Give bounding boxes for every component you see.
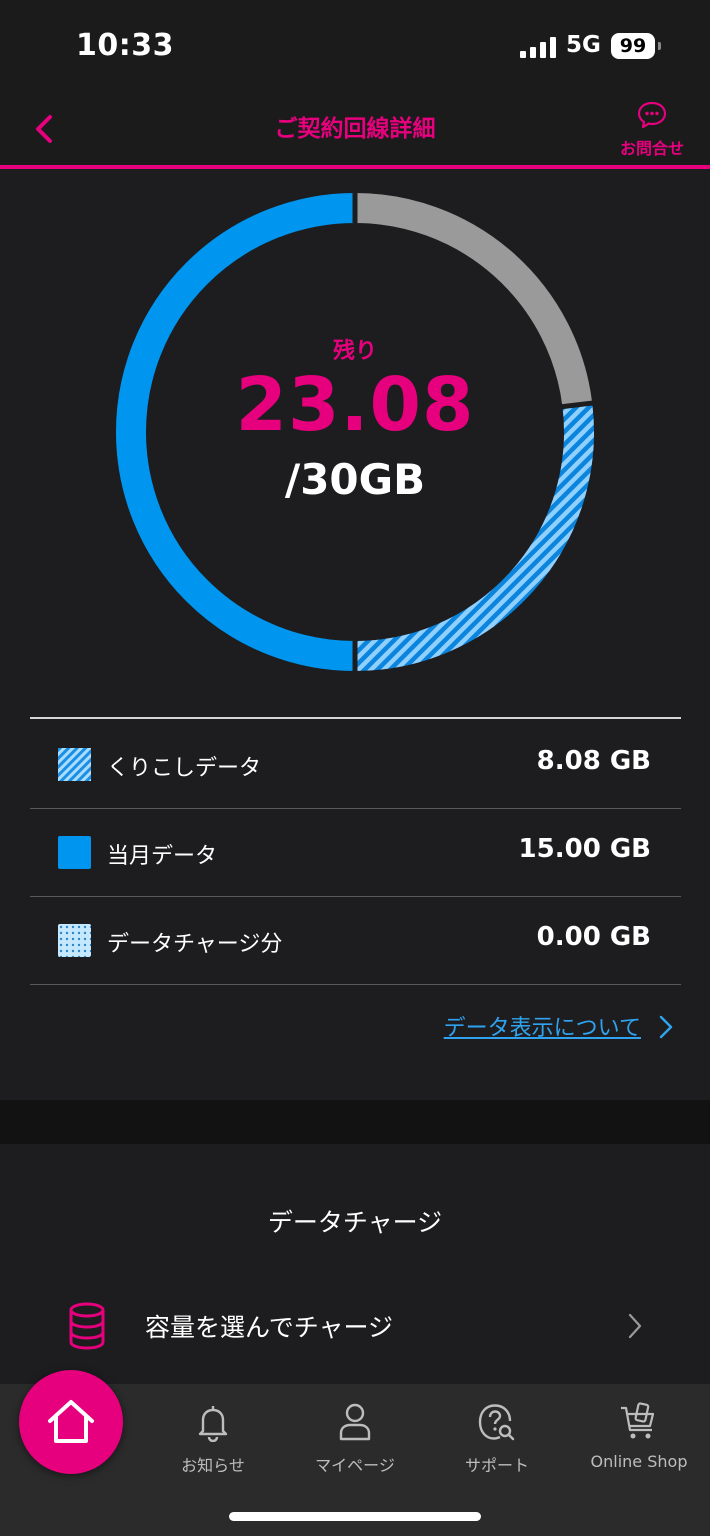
about-link-label: データ表示について bbox=[443, 1016, 641, 1041]
tab-support[interactable]: サポート bbox=[426, 1402, 568, 1476]
tab-mypage[interactable]: マイページ bbox=[284, 1402, 426, 1476]
dotted-swatch-icon bbox=[58, 924, 91, 957]
about-data-display-link[interactable]: データ表示について bbox=[444, 1010, 674, 1042]
battery-icon: 99 bbox=[611, 33, 655, 59]
contact-label: お問合せ bbox=[619, 139, 684, 158]
breakdown-row-charge: データチャージ分 0.00 GB bbox=[30, 896, 681, 985]
chevron-right-icon bbox=[628, 1313, 642, 1339]
network-type: 5G bbox=[566, 32, 601, 58]
breakdown-label: 当月データ bbox=[107, 844, 218, 869]
status-time: 10:33 bbox=[76, 28, 174, 63]
nav-divider bbox=[0, 165, 710, 169]
database-icon bbox=[69, 1302, 105, 1350]
tab-label: お知らせ bbox=[181, 1456, 245, 1475]
status-bar: 10:33 5G 99 bbox=[0, 0, 710, 95]
breakdown-value: 15.00 GB bbox=[518, 834, 651, 864]
contact-button[interactable]: お問合せ bbox=[610, 101, 694, 159]
tab-label: マイページ bbox=[315, 1456, 395, 1475]
section-separator bbox=[0, 1100, 710, 1144]
chevron-right-icon bbox=[659, 1015, 673, 1039]
chat-bubble-icon bbox=[637, 101, 667, 129]
tab-label: Online Shop bbox=[590, 1452, 688, 1471]
breakdown-value: 8.08 GB bbox=[536, 746, 651, 776]
tab-home[interactable] bbox=[19, 1370, 123, 1474]
breakdown-row-carryover: くりこしデータ 8.08 GB bbox=[30, 720, 681, 809]
breakdown-label: くりこしデータ bbox=[107, 756, 262, 781]
home-icon bbox=[48, 1400, 94, 1443]
page-title: ご契約回線詳細 bbox=[274, 116, 436, 142]
tab-online-shop[interactable]: Online Shop bbox=[568, 1402, 710, 1471]
hatched-swatch-icon bbox=[58, 748, 91, 781]
select-capacity-charge-item[interactable]: 容量を選んでチャージ bbox=[30, 1280, 681, 1385]
cart-icon bbox=[621, 1402, 655, 1439]
bell-icon bbox=[198, 1406, 228, 1442]
solid-swatch-icon bbox=[58, 836, 91, 869]
breakdown-row-monthly: 当月データ 15.00 GB bbox=[30, 808, 681, 897]
charge-section-title: データチャージ bbox=[267, 1208, 443, 1237]
support-icon bbox=[478, 1404, 515, 1441]
charge-item-label: 容量を選んでチャージ bbox=[145, 1313, 394, 1342]
breakdown-divider bbox=[30, 717, 681, 719]
tab-label: サポート bbox=[464, 1456, 529, 1475]
total-capacity: /30GB bbox=[284, 455, 426, 504]
person-icon bbox=[339, 1403, 371, 1441]
breakdown-label: データチャージ分 bbox=[107, 932, 283, 957]
home-indicator bbox=[229, 1512, 481, 1521]
tab-notifications[interactable]: お知らせ bbox=[142, 1402, 284, 1476]
nav-bar: ご契約回線詳細 お問合せ bbox=[0, 95, 710, 165]
remaining-value: 23.08 bbox=[235, 362, 475, 448]
breakdown-value: 0.00 GB bbox=[536, 922, 651, 952]
signal-icon bbox=[520, 37, 556, 58]
battery-tip bbox=[658, 42, 661, 50]
remaining-label: 残り bbox=[332, 339, 377, 364]
